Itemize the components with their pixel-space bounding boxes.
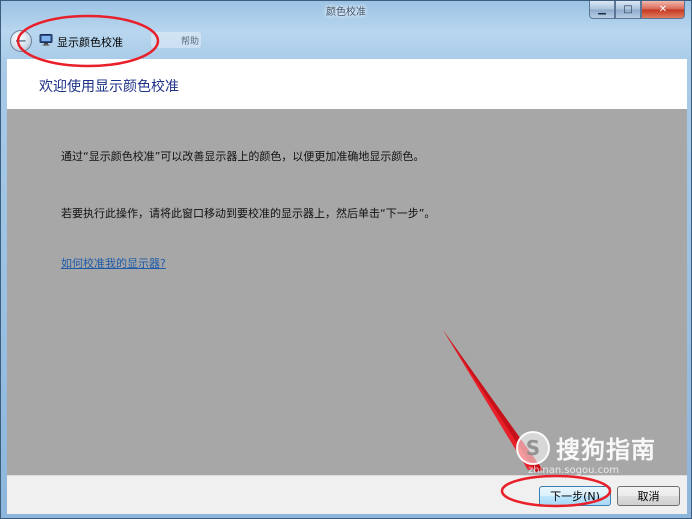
maximize-icon: □ (623, 4, 633, 15)
close-icon: ✕ (658, 4, 668, 15)
back-button[interactable]: ← (10, 30, 32, 52)
monitor-icon (39, 34, 53, 46)
maximize-button[interactable]: □ (615, 1, 641, 19)
watermark-brand: 搜狗指南 (556, 436, 656, 464)
caption-buttons: ▁ □ ✕ (589, 1, 685, 19)
watermark: S 搜狗指南 (516, 430, 656, 465)
minimize-icon: ▁ (598, 4, 606, 15)
watermark-url: zhinan.sogou.com (528, 465, 620, 476)
minimize-button[interactable]: ▁ (589, 1, 615, 19)
instruction-paragraph: 若要执行此操作，请将此窗口移动到要校准的显示器上，然后单击“下一步”。 (61, 207, 436, 220)
next-button[interactable]: 下一步(N) (539, 486, 611, 506)
sogou-logo-icon: S (516, 430, 550, 465)
close-button[interactable]: ✕ (641, 1, 685, 19)
page-title: 欢迎使用显示颜色校准 (39, 79, 179, 95)
content-area: 通过“显示颜色校准”可以改善显示器上的颜色，以便更加准确地显示颜色。 若要执行此… (7, 109, 687, 475)
window-caption: 颜色校准 (326, 7, 366, 18)
back-arrow-icon: ← (15, 33, 27, 49)
app-title: 显示颜色校准 (57, 36, 123, 49)
button-bar: 下一步(N) 取消 (7, 475, 687, 514)
help-link[interactable]: 如何校准我的显示器? (61, 255, 166, 271)
header-panel: 欢迎使用显示颜色校准 (7, 59, 687, 109)
cancel-button[interactable]: 取消 (617, 486, 680, 506)
ghost-tab-label: 帮助 (181, 37, 200, 47)
intro-paragraph: 通过“显示颜色校准”可以改善显示器上的颜色，以便更加准确地显示颜色。 (61, 150, 425, 163)
